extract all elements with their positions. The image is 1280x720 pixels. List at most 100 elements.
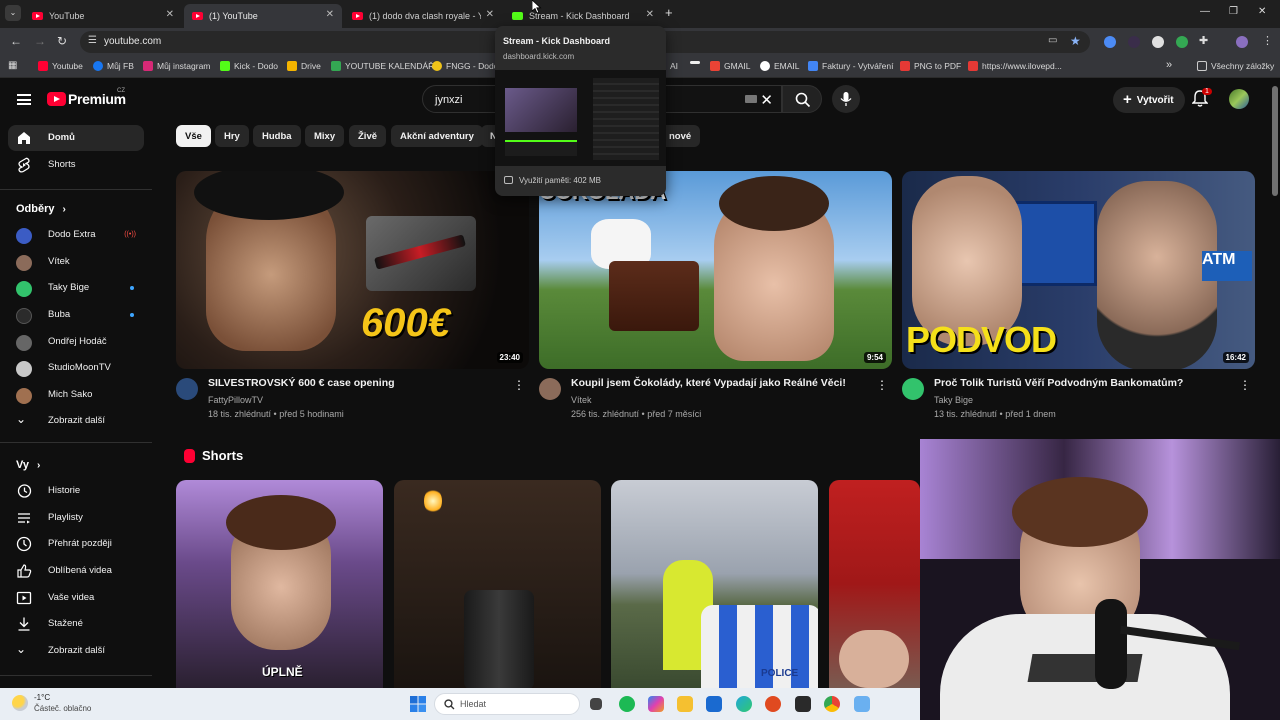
video-thumbnail[interactable]: ATM PODVOD 16:42 [902,171,1255,369]
chip-live[interactable]: Živě [349,125,387,147]
video-thumbnail[interactable]: 600€ 23:40 [176,171,529,369]
sidebar-item-watch-later[interactable]: Přehrát později [8,531,144,557]
channel-name[interactable]: Taky Bige [934,395,973,405]
sidebar-item-show-more-you[interactable]: ⌄ Zobrazit další [8,638,144,664]
sidebar-item-subscription[interactable]: Dodo Extra ((•)) [8,222,144,248]
browser-tab-kick-dashboard[interactable]: Stream - Kick Dashboard ✕ [504,4,662,28]
bookmark-item[interactable]: Faktury - Vytváření [808,61,893,71]
channel-avatar[interactable] [902,378,924,400]
edge-icon[interactable] [736,696,752,712]
terminal-icon[interactable] [795,696,811,712]
browser-tab-youtube-active[interactable]: (1) YouTube ✕ [184,4,342,28]
restore-icon[interactable]: ❐ [1229,6,1238,17]
chip-new[interactable]: nové [660,125,701,147]
short-thumbnail[interactable]: ÚPLNĚ [176,480,383,688]
bookmark-item[interactable]: https://www.ilovepd... [968,61,1062,71]
close-tab-icon[interactable]: ✕ [486,9,494,20]
channel-name[interactable]: Vítek [571,395,592,405]
sidebar-item-subscription[interactable]: StudioMoonTV [8,355,144,381]
more-options-icon[interactable]: ⋮ [1239,378,1251,392]
browser-tab-youtube[interactable]: YouTube ✕ [24,4,182,28]
create-button[interactable]: + Vytvořit [1113,87,1185,113]
extensions-puzzle-icon[interactable]: ✚ [1199,34,1208,47]
chrome-icon[interactable] [824,696,840,712]
obs-app-icon[interactable] [765,696,781,712]
channel-name[interactable]: FattyPillowTV [208,395,263,405]
video-title[interactable]: Proč Tolik Turistů Věří Podvodným Bankom… [934,377,1183,389]
site-info-icon[interactable]: ☰ [88,35,97,46]
short-thumbnail[interactable] [394,480,601,688]
youtube-logo-icon[interactable] [47,92,66,106]
weather-icon[interactable] [12,695,28,711]
bookmark-item[interactable]: FNGG - Dodo [432,61,498,71]
bookmark-item[interactable]: Můj instagram [143,61,210,71]
sidebar-item-home[interactable]: Domů [8,125,144,151]
sidebar-item-subscription[interactable]: Buba [8,302,144,328]
channel-avatar[interactable] [176,378,198,400]
clear-search-icon[interactable]: ✕ [760,91,773,109]
all-bookmarks-folder[interactable]: Všechny záložky [1197,61,1274,71]
file-explorer-icon[interactable] [677,696,693,712]
sidebar-item-show-more-subs[interactable]: ⌄ Zobrazit další [8,408,144,434]
video-thumbnail[interactable]: ČOKOLÁDA 9:54 [539,171,892,369]
sidebar-item-subscription[interactable]: Ondřej Hodáč [8,329,144,355]
reload-icon[interactable]: ↻ [57,34,67,48]
sidebar-item-shorts[interactable]: Shorts [8,152,144,178]
chip-mixes[interactable]: Mixy [305,125,345,147]
search-button[interactable] [782,85,822,113]
chrome-menu-icon[interactable]: ⋮ [1262,34,1273,47]
bookmark-item[interactable]: AI [670,61,678,71]
bookmark-item[interactable]: Můj FB [93,61,134,71]
close-tab-icon[interactable]: ✕ [166,9,174,20]
install-app-icon[interactable]: ▭ [1048,35,1057,46]
more-options-icon[interactable]: ⋮ [876,378,888,392]
new-tab-button[interactable]: + [665,5,673,20]
copilot-icon[interactable] [648,696,664,712]
outlook-icon[interactable] [706,696,722,712]
task-view-icon[interactable] [590,698,602,710]
bookmark-item[interactable]: Kick - Dodo [220,61,278,71]
forward-icon[interactable]: → [34,34,46,48]
short-thumbnail[interactable]: POLICE [611,480,818,688]
voice-search-button[interactable] [832,85,860,113]
video-title[interactable]: Koupil jsem Čokolády, které Vypadají jak… [571,377,846,389]
sidebar-item-playlists[interactable]: Playlisty [8,505,144,531]
page-scrollbar[interactable] [1272,86,1278,196]
bookmark-item[interactable]: Youtube [38,61,83,71]
sidebar-item-liked-videos[interactable]: Oblíbená videa [8,558,144,584]
notepad-icon[interactable] [854,696,870,712]
channel-avatar[interactable] [539,378,561,400]
keyboard-icon[interactable] [745,95,757,103]
tab-search-button[interactable]: ⌄ [5,5,21,21]
short-thumbnail[interactable] [829,480,920,688]
bookmark-item[interactable]: GMAIL [710,61,750,71]
chip-all[interactable]: Vše [176,125,211,147]
video-title[interactable]: SILVESTROVSKÝ 600 € case opening [208,377,395,389]
account-avatar[interactable] [1229,89,1249,109]
extension-icon[interactable] [1128,36,1140,48]
back-icon[interactable]: ← [10,34,22,48]
bookmark-item[interactable] [690,61,704,64]
spotify-icon[interactable] [619,696,635,712]
browser-tab-dodo-clash[interactable]: (1) dodo dva clash royale - You ✕ [344,4,502,28]
sidebar-item-downloads[interactable]: Stažené [8,611,144,637]
close-tab-icon[interactable]: ✕ [326,9,334,20]
you-heading[interactable]: Vy › [16,459,40,471]
bookmark-item[interactable]: EMAIL [760,61,800,71]
extension-icon[interactable] [1152,36,1164,48]
sidebar-item-subscription[interactable]: Mich Sako [8,382,144,408]
extension-icon[interactable] [1104,36,1116,48]
apps-grid-icon[interactable]: ▦ [8,60,17,71]
chip-games[interactable]: Hry [215,125,249,147]
bookmark-star-icon[interactable]: ★ [1070,34,1081,48]
menu-hamburger-icon[interactable] [17,94,31,105]
sidebar-item-history[interactable]: Historie [8,478,144,504]
start-button[interactable] [410,696,426,712]
subscriptions-heading[interactable]: Odběry › [16,203,66,215]
chip-action-adventure[interactable]: Akční adventury [391,125,483,147]
bookmark-item[interactable]: PNG to PDF [900,61,961,71]
bookmarks-overflow-button[interactable]: » [1166,59,1172,71]
close-tab-icon[interactable]: ✕ [646,9,654,20]
bookmark-item[interactable]: Drive [287,61,321,71]
extension-icon[interactable] [1176,36,1188,48]
